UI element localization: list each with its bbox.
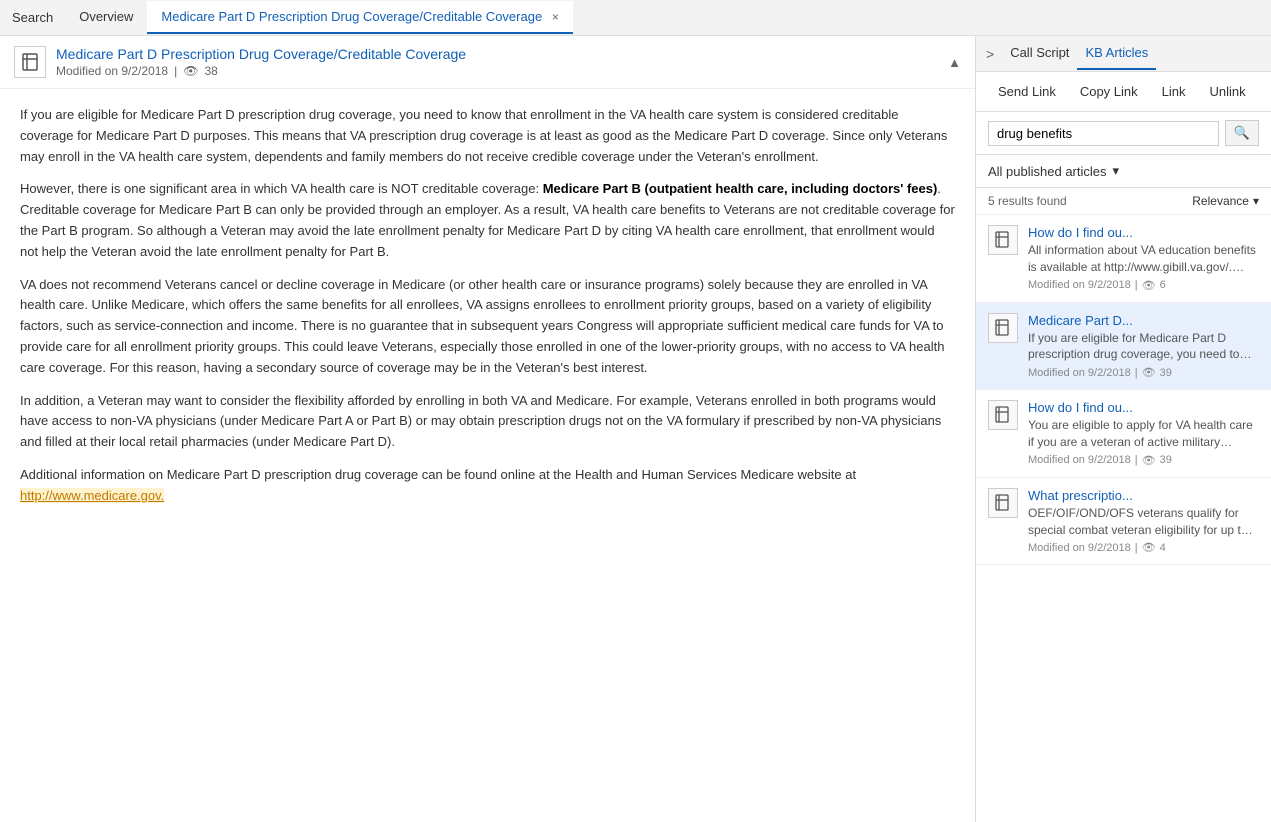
results-bar: 5 results found Relevance ▾ (976, 188, 1271, 215)
kb-item-views-1: 39 (1160, 367, 1172, 379)
kb-list-item[interactable]: How do I find ou... You are eligible to … (976, 390, 1271, 478)
filter-dropdown-arrow: ▾ (1113, 163, 1120, 179)
send-link-button[interactable]: Send Link (988, 80, 1066, 103)
kb-item-date-3: Modified on 9/2/2018 (1028, 542, 1131, 554)
separator: | (174, 64, 177, 78)
kb-item-icon-3 (988, 488, 1018, 518)
kb-item-content-3: What prescriptio... OEF/OIF/OND/OFS vete… (1028, 488, 1259, 555)
panel-actions: Send Link Copy Link Link Unlink (976, 72, 1271, 112)
kb-eye-icon-2: 👁 (1142, 454, 1156, 467)
paragraph-2: However, there is one significant area i… (20, 179, 955, 262)
kb-eye-icon-0: 👁 (1142, 279, 1156, 292)
active-article-tab[interactable]: Medicare Part D Prescription Drug Covera… (147, 1, 572, 34)
link-button[interactable]: Link (1152, 80, 1196, 103)
view-count: 38 (204, 64, 217, 78)
article-book-icon (14, 46, 46, 78)
kb-item-icon-2 (988, 400, 1018, 430)
filter-row: All published articles ▾ (976, 155, 1271, 188)
kb-item-meta-3: Modified on 9/2/2018 | 👁 4 (1028, 541, 1259, 554)
kb-item-content-2: How do I find ou... You are eligible to … (1028, 400, 1259, 467)
kb-item-views-3: 4 (1160, 542, 1166, 554)
kb-item-views-2: 39 (1160, 454, 1172, 466)
article-meta: Medicare Part D Prescription Drug Covera… (56, 46, 466, 78)
kb-item-content-0: How do I find ou... All information abou… (1028, 225, 1259, 292)
kb-articles-tab[interactable]: KB Articles (1077, 37, 1156, 70)
kb-item-title-1: Medicare Part D... (1028, 313, 1259, 328)
main-container: Medicare Part D Prescription Drug Covera… (0, 36, 1271, 822)
kb-eye-icon-1: 👁 (1142, 366, 1156, 379)
kb-list-item[interactable]: Medicare Part D... If you are eligible f… (976, 303, 1271, 391)
paragraph-5-text: Additional information on Medicare Part … (20, 467, 856, 482)
kb-item-meta-1: Modified on 9/2/2018 | 👁 39 (1028, 366, 1259, 379)
article-header: Medicare Part D Prescription Drug Covera… (0, 36, 975, 89)
overview-tab[interactable]: Overview (65, 1, 147, 34)
kb-item-snippet-3: OEF/OIF/OND/OFS veterans qualify for spe… (1028, 505, 1259, 539)
kb-list: How do I find ou... All information abou… (976, 215, 1271, 822)
article-title: Medicare Part D Prescription Drug Covera… (56, 46, 466, 62)
relevance-arrow: ▾ (1253, 194, 1259, 208)
relevance-sort[interactable]: Relevance ▾ (1192, 194, 1259, 208)
filter-dropdown[interactable]: ▾ (1113, 163, 1120, 179)
kb-list-item[interactable]: How do I find ou... All information abou… (976, 215, 1271, 303)
article-area: Medicare Part D Prescription Drug Covera… (0, 36, 976, 822)
kb-item-snippet-1: If you are eligible for Medicare Part D … (1028, 330, 1259, 364)
kb-search-button[interactable]: 🔍 (1225, 120, 1259, 146)
kb-item-meta-0: Modified on 9/2/2018 | 👁 6 (1028, 279, 1259, 292)
eye-icon: 👁 (183, 64, 198, 78)
kb-item-title-3: What prescriptio... (1028, 488, 1259, 503)
kb-item-meta-2: Modified on 9/2/2018 | 👁 39 (1028, 454, 1259, 467)
panel-chevron-icon[interactable]: > (986, 46, 994, 62)
medicare-link[interactable]: http://www.medicare.gov. (20, 488, 164, 503)
search-nav-item[interactable]: Search (0, 2, 65, 33)
kb-item-date-0: Modified on 9/2/2018 (1028, 279, 1131, 291)
kb-item-snippet-0: All information about VA education benef… (1028, 242, 1259, 276)
kb-eye-icon-3: 👁 (1142, 541, 1156, 554)
active-tab-label: Medicare Part D Prescription Drug Covera… (161, 9, 542, 24)
kb-item-date-1: Modified on 9/2/2018 (1028, 367, 1131, 379)
kb-item-title-0: How do I find ou... (1028, 225, 1259, 240)
paragraph-3: VA does not recommend Veterans cancel or… (20, 275, 955, 379)
kb-item-title-2: How do I find ou... (1028, 400, 1259, 415)
copy-link-button[interactable]: Copy Link (1070, 80, 1148, 103)
kb-list-item[interactable]: What prescriptio... OEF/OIF/OND/OFS vete… (976, 478, 1271, 566)
article-modified-row: Modified on 9/2/2018 | 👁 38 (56, 64, 466, 78)
call-script-tab[interactable]: Call Script (1002, 37, 1077, 70)
filter-label: All published articles (988, 164, 1107, 179)
article-body: If you are eligible for Medicare Part D … (0, 89, 975, 822)
kb-item-icon-1 (988, 313, 1018, 343)
panel-tabs: > Call Script KB Articles (976, 36, 1271, 72)
search-row: 🔍 (976, 112, 1271, 155)
paragraph-1: If you are eligible for Medicare Part D … (20, 105, 955, 167)
unlink-button[interactable]: Unlink (1200, 80, 1256, 103)
kb-item-content-1: Medicare Part D... If you are eligible f… (1028, 313, 1259, 380)
kb-item-snippet-2: You are eligible to apply for VA health … (1028, 417, 1259, 451)
kb-search-input[interactable] (988, 121, 1219, 146)
right-panel: > Call Script KB Articles Send Link Copy… (976, 36, 1271, 822)
modified-date: Modified on 9/2/2018 (56, 64, 168, 78)
top-nav: Search Overview Medicare Part D Prescrip… (0, 0, 1271, 36)
relevance-label: Relevance (1192, 194, 1249, 208)
collapse-button[interactable]: ▲ (948, 55, 961, 70)
paragraph-5: Additional information on Medicare Part … (20, 465, 955, 507)
results-count: 5 results found (988, 194, 1067, 208)
bold-phrase: Medicare Part B (outpatient health care,… (543, 181, 938, 196)
kb-item-views-0: 6 (1160, 279, 1166, 291)
paragraph-4: In addition, a Veteran may want to consi… (20, 391, 955, 453)
kb-item-date-2: Modified on 9/2/2018 (1028, 454, 1131, 466)
tab-close-icon[interactable]: × (552, 10, 559, 24)
kb-item-icon-0 (988, 225, 1018, 255)
